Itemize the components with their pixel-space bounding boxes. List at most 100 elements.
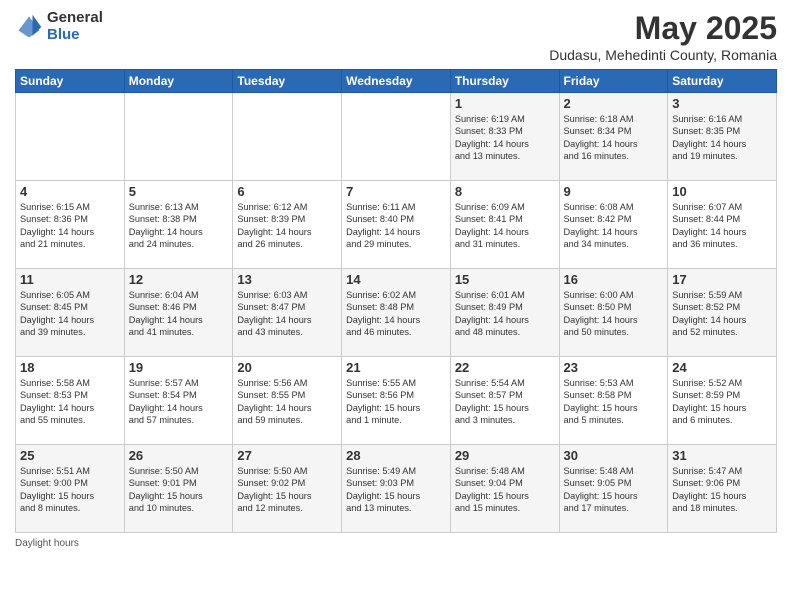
cell-content: Sunrise: 5:47 AMSunset: 9:06 PMDaylight:… [672, 465, 772, 515]
day-number: 2 [564, 96, 664, 111]
day-number: 30 [564, 448, 664, 463]
daylight-label: Daylight hours [15, 538, 79, 549]
day-number: 3 [672, 96, 772, 111]
month-title: May 2025 [549, 10, 777, 47]
day-cell: 20 Sunrise: 5:56 AMSunset: 8:55 PMDayligh… [233, 357, 342, 445]
day-cell: 13 Sunrise: 6:03 AMSunset: 8:47 PMDayligh… [233, 269, 342, 357]
cell-content: Sunrise: 6:19 AMSunset: 8:33 PMDaylight:… [455, 113, 555, 163]
day-cell: 11Sunrise: 6:05 AMSunset: 8:45 PMDayligh… [16, 269, 125, 357]
day-number: 27 [237, 448, 337, 463]
day-cell: 19Sunrise: 5:57 AMSunset: 8:54 PMDayligh… [124, 357, 233, 445]
day-number: 22 [455, 360, 555, 375]
day-number: 7 [346, 184, 446, 199]
week-row-1: 1Sunrise: 6:19 AMSunset: 8:33 PMDaylight… [16, 93, 777, 181]
cell-content: Sunrise: 6:13 AMSunset: 8:38 PMDaylight:… [129, 201, 229, 251]
day-number: 5 [129, 184, 229, 199]
page: General Blue May 2025 Dudasu, Mehedinti … [0, 0, 792, 612]
day-cell: 9 Sunrise: 6:08 AMSunset: 8:42 PMDaylight… [559, 181, 668, 269]
cell-content: Sunrise: 6:04 AMSunset: 8:46 PMDaylight:… [129, 289, 229, 339]
day-cell: 14Sunrise: 6:02 AMSunset: 8:48 PMDayligh… [342, 269, 451, 357]
day-number: 18 [20, 360, 120, 375]
day-cell: 12 Sunrise: 6:04 AMSunset: 8:46 PMDayligh… [124, 269, 233, 357]
week-row-4: 18 Sunrise: 5:58 AMSunset: 8:53 PMDayligh… [16, 357, 777, 445]
day-cell [16, 93, 125, 181]
weekday-header-saturday: Saturday [668, 70, 777, 93]
cell-content: Sunrise: 6:03 AMSunset: 8:47 PMDaylight:… [237, 289, 337, 339]
day-number: 9 [564, 184, 664, 199]
day-cell: 1Sunrise: 6:19 AMSunset: 8:33 PMDaylight… [450, 93, 559, 181]
cell-content: Sunrise: 5:50 AMSunset: 9:02 PMDaylight:… [237, 465, 337, 515]
day-cell: 8 Sunrise: 6:09 AMSunset: 8:41 PMDaylight… [450, 181, 559, 269]
day-number: 17 [672, 272, 772, 287]
day-number: 15 [455, 272, 555, 287]
logo-icon [15, 13, 43, 41]
cell-content: Sunrise: 5:48 AMSunset: 9:05 PMDaylight:… [564, 465, 664, 515]
weekday-header-wednesday: Wednesday [342, 70, 451, 93]
day-number: 12 [129, 272, 229, 287]
day-cell: 10 Sunrise: 6:07 AMSunset: 8:44 PMDayligh… [668, 181, 777, 269]
day-number: 13 [237, 272, 337, 287]
day-cell: 29Sunrise: 5:48 AMSunset: 9:04 PMDayligh… [450, 445, 559, 533]
cell-content: Sunrise: 5:51 AMSunset: 9:00 PMDaylight:… [20, 465, 120, 515]
week-row-2: 4Sunrise: 6:15 AMSunset: 8:36 PMDaylight… [16, 181, 777, 269]
cell-content: Sunrise: 6:15 AMSunset: 8:36 PMDaylight:… [20, 201, 120, 251]
logo-text: General Blue [47, 10, 103, 43]
cell-content: Sunrise: 5:52 AMSunset: 8:59 PMDaylight:… [672, 377, 772, 427]
cell-content: Sunrise: 5:56 AMSunset: 8:55 PMDaylight:… [237, 377, 337, 427]
day-cell: 27 Sunrise: 5:50 AMSunset: 9:02 PMDayligh… [233, 445, 342, 533]
weekday-header-friday: Friday [559, 70, 668, 93]
day-cell: 15Sunrise: 6:01 AMSunset: 8:49 PMDayligh… [450, 269, 559, 357]
day-cell: 22 Sunrise: 5:54 AMSunset: 8:57 PMDayligh… [450, 357, 559, 445]
day-cell: 4Sunrise: 6:15 AMSunset: 8:36 PMDaylight… [16, 181, 125, 269]
cell-content: Sunrise: 5:55 AMSunset: 8:56 PMDaylight:… [346, 377, 446, 427]
day-number: 23 [564, 360, 664, 375]
footer: Daylight hours [15, 538, 777, 549]
cell-content: Sunrise: 6:08 AMSunset: 8:42 PMDaylight:… [564, 201, 664, 251]
cell-content: Sunrise: 5:49 AMSunset: 9:03 PMDaylight:… [346, 465, 446, 515]
day-cell: 26 Sunrise: 5:50 AMSunset: 9:01 PMDayligh… [124, 445, 233, 533]
day-cell: 30 Sunrise: 5:48 AMSunset: 9:05 PMDayligh… [559, 445, 668, 533]
cell-content: Sunrise: 5:59 AMSunset: 8:52 PMDaylight:… [672, 289, 772, 339]
day-number: 28 [346, 448, 446, 463]
weekday-header-row: SundayMondayTuesdayWednesdayThursdayFrid… [16, 70, 777, 93]
calendar-table: SundayMondayTuesdayWednesdayThursdayFrid… [15, 69, 777, 533]
location: Dudasu, Mehedinti County, Romania [549, 47, 777, 63]
weekday-header-monday: Monday [124, 70, 233, 93]
day-cell: 21 Sunrise: 5:55 AMSunset: 8:56 PMDayligh… [342, 357, 451, 445]
day-cell: 31 Sunrise: 5:47 AMSunset: 9:06 PMDayligh… [668, 445, 777, 533]
cell-content: Sunrise: 5:53 AMSunset: 8:58 PMDaylight:… [564, 377, 664, 427]
day-number: 31 [672, 448, 772, 463]
day-number: 20 [237, 360, 337, 375]
cell-content: Sunrise: 6:11 AMSunset: 8:40 PMDaylight:… [346, 201, 446, 251]
day-number: 26 [129, 448, 229, 463]
day-number: 10 [672, 184, 772, 199]
day-cell: 23 Sunrise: 5:53 AMSunset: 8:58 PMDayligh… [559, 357, 668, 445]
cell-content: Sunrise: 6:07 AMSunset: 8:44 PMDaylight:… [672, 201, 772, 251]
day-cell: 2Sunrise: 6:18 AMSunset: 8:34 PMDaylight… [559, 93, 668, 181]
weekday-header-tuesday: Tuesday [233, 70, 342, 93]
cell-content: Sunrise: 5:50 AMSunset: 9:01 PMDaylight:… [129, 465, 229, 515]
header: General Blue May 2025 Dudasu, Mehedinti … [15, 10, 777, 63]
day-number: 19 [129, 360, 229, 375]
day-number: 16 [564, 272, 664, 287]
day-number: 11 [20, 272, 120, 287]
day-cell [124, 93, 233, 181]
day-number: 21 [346, 360, 446, 375]
logo-blue: Blue [47, 27, 103, 44]
day-cell: 5 Sunrise: 6:13 AMSunset: 8:38 PMDaylight… [124, 181, 233, 269]
cell-content: Sunrise: 5:54 AMSunset: 8:57 PMDaylight:… [455, 377, 555, 427]
day-cell: 3Sunrise: 6:16 AMSunset: 8:35 PMDaylight… [668, 93, 777, 181]
cell-content: Sunrise: 5:58 AMSunset: 8:53 PMDaylight:… [20, 377, 120, 427]
day-number: 25 [20, 448, 120, 463]
logo-general: General [47, 10, 103, 27]
weekday-header-sunday: Sunday [16, 70, 125, 93]
day-number: 8 [455, 184, 555, 199]
day-number: 6 [237, 184, 337, 199]
day-cell: 18 Sunrise: 5:58 AMSunset: 8:53 PMDayligh… [16, 357, 125, 445]
title-block: May 2025 Dudasu, Mehedinti County, Roman… [549, 10, 777, 63]
day-cell: 28 Sunrise: 5:49 AMSunset: 9:03 PMDayligh… [342, 445, 451, 533]
day-cell: 6Sunrise: 6:12 AMSunset: 8:39 PMDaylight… [233, 181, 342, 269]
cell-content: Sunrise: 6:09 AMSunset: 8:41 PMDaylight:… [455, 201, 555, 251]
weekday-header-thursday: Thursday [450, 70, 559, 93]
day-cell: 24Sunrise: 5:52 AMSunset: 8:59 PMDayligh… [668, 357, 777, 445]
